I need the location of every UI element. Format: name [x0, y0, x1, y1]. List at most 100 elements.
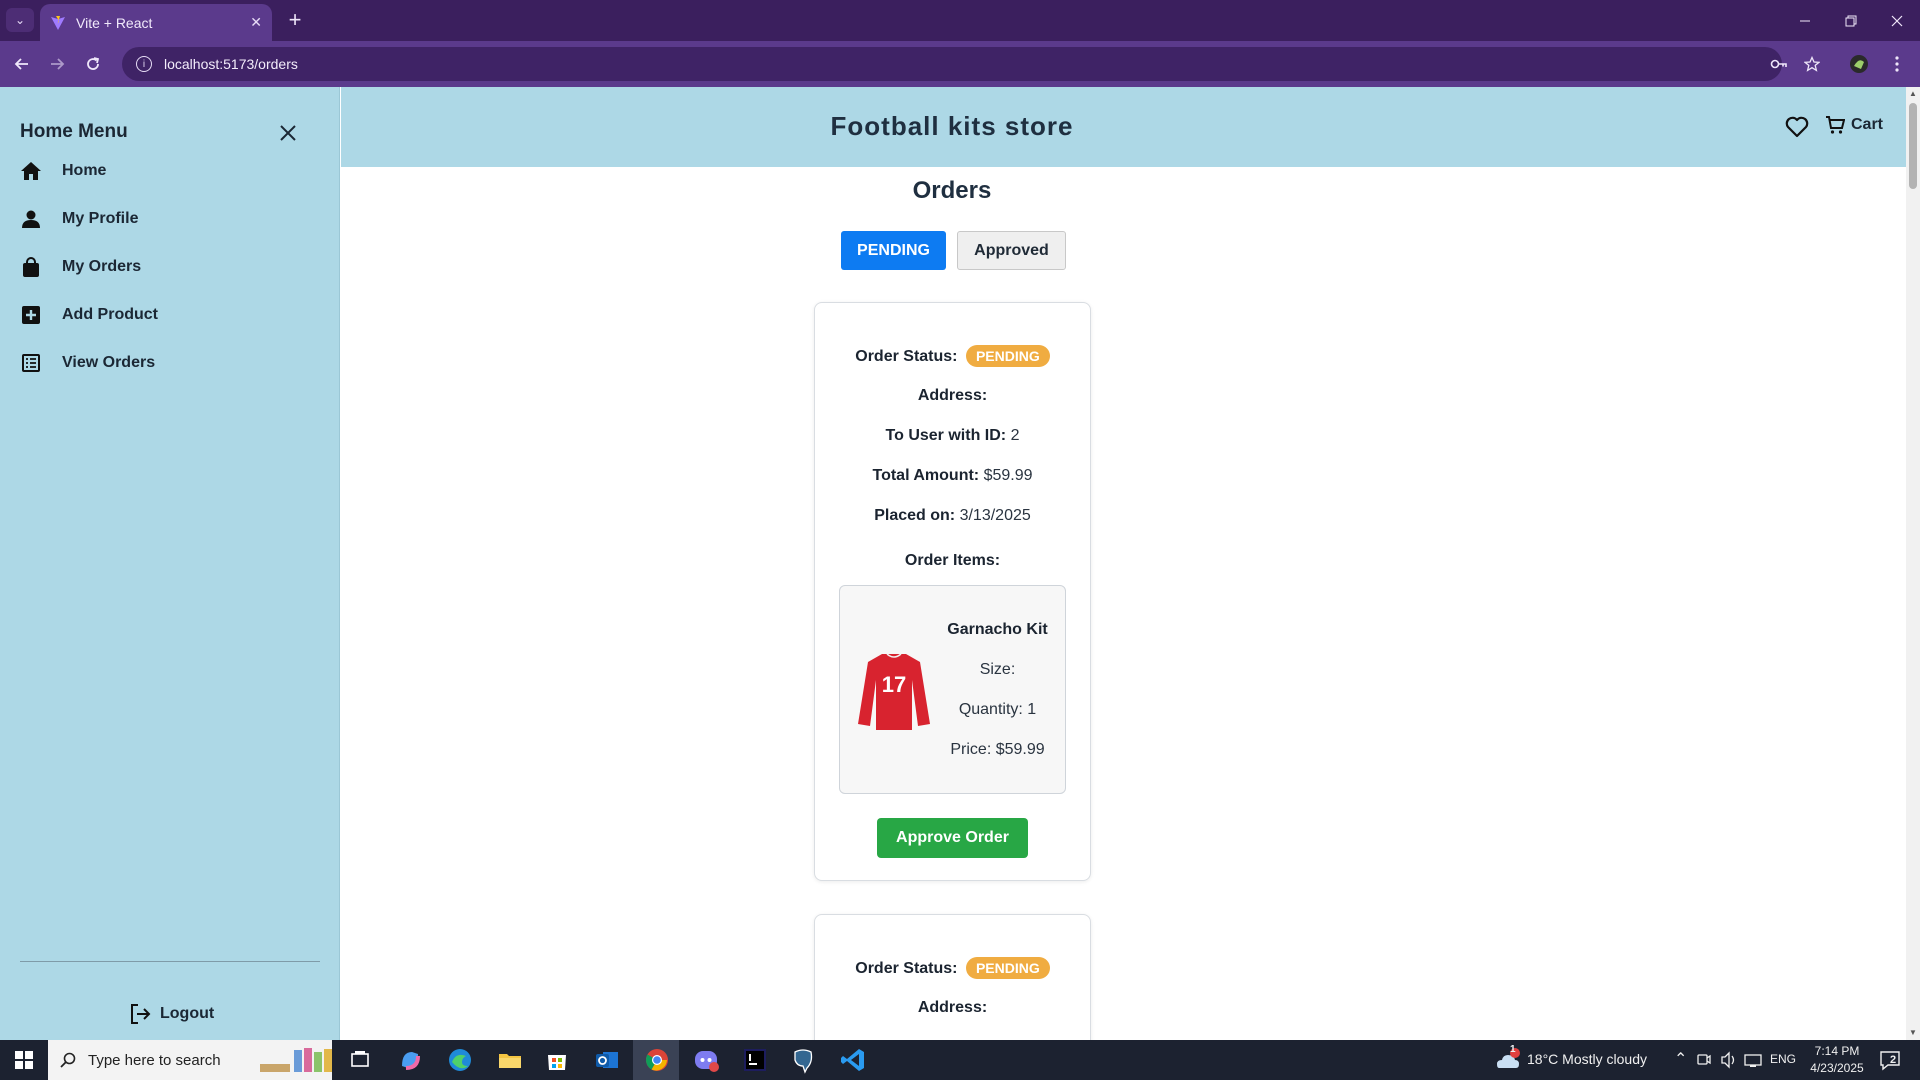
order-card: Order Status: PENDING Address: — [814, 914, 1091, 1040]
sidebar-item-home[interactable]: Home — [20, 154, 320, 188]
order-user-row: To User with ID: 2 — [815, 427, 1090, 445]
bookmark-star-icon[interactable] — [1799, 51, 1825, 77]
restore-icon[interactable] — [1828, 0, 1874, 41]
vscode-icon[interactable] — [839, 1046, 867, 1074]
taskbar-search-placeholder: Type here to search — [88, 1051, 221, 1069]
network-icon[interactable] — [1744, 1050, 1762, 1070]
status-badge: PENDING — [965, 345, 1050, 367]
intellij-icon[interactable] — [741, 1046, 769, 1074]
scroll-down-icon[interactable]: ▼ — [1906, 1026, 1920, 1040]
weather-text[interactable]: 18°C Mostly cloudy — [1527, 1051, 1647, 1067]
sidebar: Home Menu Home My Profile My Orders Add … — [0, 87, 340, 1040]
sidebar-item-label: Home — [62, 162, 107, 179]
approved-tab-button[interactable]: Approved — [957, 231, 1066, 270]
tab-search-button[interactable]: ⌄ — [6, 8, 34, 32]
cart-button[interactable]: Cart — [1825, 115, 1883, 135]
extension-profile-icon[interactable] — [1846, 51, 1872, 77]
clock-time: 7:14 PM — [1814, 1044, 1860, 1058]
item-price: Price: $59.99 — [950, 741, 1045, 758]
task-view-icon[interactable] — [346, 1046, 374, 1074]
file-explorer-icon[interactable] — [496, 1046, 524, 1074]
status-badge: PENDING — [965, 957, 1050, 979]
reload-icon[interactable] — [80, 51, 106, 77]
copilot-icon[interactable] — [396, 1046, 424, 1074]
sidebar-item-add-product[interactable]: Add Product — [20, 298, 320, 332]
browser-tab[interactable]: Vite + React ✕ — [40, 4, 272, 41]
order-total-label: Total Amount: — [872, 467, 980, 484]
order-card: Order Status: PENDING Address: To User w… — [814, 302, 1091, 881]
sidebar-divider — [20, 961, 320, 962]
home-icon — [20, 160, 42, 182]
address-bar[interactable]: i localhost:5173/orders — [122, 47, 1782, 81]
order-address-label: Address: — [917, 999, 988, 1016]
meet-now-icon[interactable] — [1696, 1050, 1712, 1070]
order-user-label: To User with ID: — [885, 427, 1007, 444]
sidebar-item-my-orders[interactable]: My Orders — [20, 250, 320, 284]
discord-icon[interactable] — [692, 1046, 720, 1074]
approve-order-button[interactable]: Approve Order — [877, 818, 1028, 858]
sidebar-item-view-orders[interactable]: View Orders — [20, 346, 320, 380]
jersey-number: 17 — [882, 672, 906, 697]
tray-chevron-up-icon[interactable]: ⌃ — [1674, 1049, 1687, 1069]
taskbar-clock[interactable]: 7:14 PM 4/23/2025 — [1797, 1043, 1877, 1077]
weather-icon[interactable] — [1494, 1046, 1522, 1074]
scroll-up-icon[interactable]: ▲ — [1906, 87, 1920, 101]
plus-square-icon — [20, 304, 42, 326]
sidebar-item-my-profile[interactable]: My Profile — [20, 202, 320, 236]
sidebar-item-label: My Profile — [62, 210, 139, 227]
password-key-icon[interactable] — [1766, 51, 1792, 77]
sidebar-item-label: View Orders — [62, 354, 156, 371]
chrome-icon[interactable] — [643, 1046, 671, 1074]
store-title: Football kits store — [830, 111, 1074, 141]
notification-count: 2 — [1890, 1054, 1897, 1066]
logout-button[interactable]: Logout — [128, 1002, 214, 1026]
cart-icon — [1826, 116, 1845, 134]
cart-label: Cart — [1851, 116, 1884, 133]
close-icon[interactable] — [276, 121, 300, 145]
logout-label: Logout — [160, 1005, 215, 1022]
order-date-value: 3/13/2025 — [959, 507, 1031, 524]
order-status-row: Order Status: PENDING — [815, 345, 1090, 367]
page-title: Orders — [912, 177, 992, 204]
tab-title: Vite + React — [76, 14, 153, 31]
postgresql-icon[interactable] — [789, 1046, 817, 1074]
scroll-thumb[interactable] — [1909, 103, 1917, 189]
list-icon — [20, 352, 42, 374]
order-status-row: Order Status: PENDING — [815, 957, 1090, 979]
volume-icon[interactable] — [1720, 1050, 1738, 1070]
browser-menu-icon[interactable] — [1884, 51, 1910, 77]
item-size: Size: — [979, 661, 1016, 678]
order-date-label: Placed on: — [874, 507, 956, 524]
forward-icon[interactable] — [44, 51, 70, 77]
order-items-heading: Order Items: — [815, 552, 1090, 570]
tab-close-icon[interactable]: ✕ — [250, 14, 262, 31]
new-tab-button[interactable]: + — [282, 8, 308, 34]
outlook-icon[interactable] — [593, 1046, 621, 1074]
windows-start-icon[interactable] — [0, 1040, 48, 1080]
close-window-icon[interactable] — [1874, 0, 1920, 41]
order-address-row: Address: — [815, 387, 1090, 405]
order-status-label: Order Status: — [855, 960, 958, 977]
vite-logo-icon — [51, 15, 65, 30]
back-icon[interactable] — [9, 51, 35, 77]
microsoft-store-icon[interactable] — [543, 1046, 571, 1074]
order-status-label: Order Status: — [855, 348, 958, 365]
order-address-row: Address: — [815, 999, 1090, 1017]
order-total-row: Total Amount: $59.99 — [815, 467, 1090, 485]
orders-page: Orders PENDING Approved Order Status: PE… — [341, 167, 1906, 1040]
order-filter-tabs: PENDING Approved — [841, 231, 1066, 270]
minimize-icon[interactable] — [1782, 0, 1828, 41]
order-user-id: 2 — [1010, 427, 1020, 444]
page-scrollbar[interactable]: ▲ ▼ — [1906, 87, 1920, 1040]
search-icon — [60, 1052, 76, 1068]
heart-icon[interactable] — [1785, 116, 1809, 138]
language-indicator[interactable]: ENG — [1770, 1052, 1796, 1066]
pending-tab-button[interactable]: PENDING — [841, 231, 946, 270]
books-widget-icon[interactable] — [258, 1046, 334, 1074]
browser-title-bar: ⌄ Vite + React ✕ + — [0, 0, 1920, 41]
site-info-icon[interactable]: i — [136, 56, 152, 72]
browser-toolbar: i localhost:5173/orders — [0, 41, 1920, 87]
edge-icon[interactable] — [446, 1046, 474, 1074]
weather-badge: 1 — [1510, 1044, 1516, 1055]
item-name: Garnacho Kit — [947, 621, 1048, 638]
